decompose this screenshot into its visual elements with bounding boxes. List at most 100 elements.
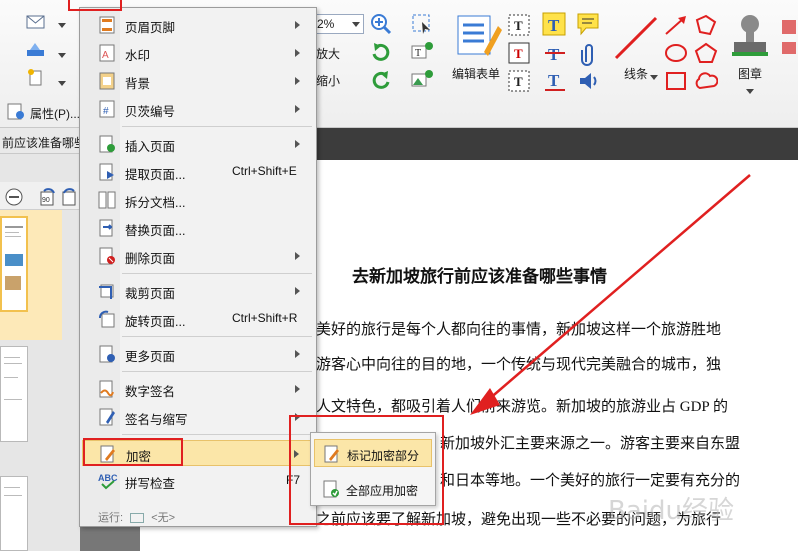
submenu-arrow-icon — [295, 49, 300, 57]
page-thumbnail[interactable] — [0, 346, 28, 442]
replace-page-icon — [98, 219, 116, 237]
rotate-left-icon[interactable]: 90 — [38, 187, 58, 210]
menu-item-label: 裁剪页面 — [125, 287, 176, 301]
svg-text:T: T — [514, 74, 523, 89]
submenu-arrow-icon — [295, 252, 300, 260]
menu-separator — [122, 371, 312, 372]
email-icon[interactable] — [26, 14, 45, 30]
form-editor-icon[interactable] — [456, 12, 502, 61]
more-pages-icon — [98, 345, 116, 363]
page-thumbnail[interactable] — [0, 216, 28, 312]
dropdown-arrow-icon[interactable] — [58, 76, 66, 92]
pentagon-shape-icon[interactable] — [694, 42, 718, 67]
menu-item-rotate-page[interactable]: 旋转页面... Ctrl+Shift+R — [82, 306, 314, 332]
speaker-icon[interactable] — [578, 70, 600, 95]
menu-item-shortcut: Ctrl+Shift+E — [232, 164, 297, 178]
text-field-icon[interactable]: T — [508, 42, 530, 67]
properties-button[interactable]: 属性(P)... — [30, 105, 80, 122]
dropdown-arrow-icon[interactable] — [58, 48, 66, 64]
dropdown-arrow-icon[interactable] — [746, 84, 754, 98]
submenu-arrow-icon — [295, 140, 300, 148]
menu-separator — [122, 336, 312, 337]
arrow-shape-icon[interactable] — [664, 14, 688, 39]
menu-item-label: 删除页面 — [125, 252, 176, 266]
ellipse-shape-icon[interactable] — [664, 42, 688, 67]
rectangle-shape-icon[interactable] — [664, 70, 688, 95]
underline-icon[interactable]: T — [544, 70, 566, 95]
zoom-out-button[interactable]: 缩小 — [316, 72, 340, 89]
text-field-icon[interactable]: T — [508, 14, 530, 39]
menu-item-split-document[interactable]: 拆分文档... — [82, 187, 314, 213]
menu-item-watermark[interactable]: A 水印 — [82, 40, 314, 66]
menu-item-label: 替换页面... — [125, 224, 186, 238]
menu-item-delete-page[interactable]: 删除页面 — [82, 243, 314, 269]
menu-separator — [122, 434, 312, 435]
extract-page-icon — [98, 163, 116, 181]
spell-check-icon: ABC — [98, 472, 118, 490]
zoom-select[interactable]: 2% — [312, 14, 364, 34]
edit-form-button[interactable]: 编辑表单 — [452, 65, 500, 82]
run-status: 运行: <无> — [98, 509, 175, 525]
dropdown-arrow-icon[interactable] — [58, 18, 66, 34]
menu-item-label: 更多页面 — [125, 350, 176, 364]
typewriter-icon[interactable]: T — [542, 12, 566, 39]
strikethrough-icon[interactable]: T — [544, 42, 566, 67]
menu-item-bates-number[interactable]: # 贝茨编号 — [82, 96, 314, 122]
submenu-arrow-icon — [295, 350, 300, 358]
menu-item-background[interactable]: 背景 — [82, 68, 314, 94]
watermark-icon: A — [98, 44, 116, 62]
annotation-box-encrypt — [83, 438, 183, 466]
bates-number-icon: # — [98, 100, 116, 118]
stamp-button[interactable]: 图章 — [738, 65, 762, 82]
menu-item-crop-page[interactable]: 裁剪页面 — [82, 278, 314, 304]
svg-text:T: T — [514, 46, 523, 61]
eraser-icon[interactable] — [780, 18, 798, 61]
menu-separator — [122, 126, 312, 127]
menu-item-header-footer[interactable]: 页眉页脚 — [82, 12, 314, 38]
document-line: 美好的旅行是每个人都向往的事情，新加坡这样一个旅游胜地 — [316, 322, 722, 338]
menu-item-label: 水印 — [125, 49, 151, 63]
rotate-icon[interactable] — [370, 42, 392, 65]
menu-item-replace-page[interactable]: 替换页面... — [82, 215, 314, 241]
menu-item-sign-initials[interactable]: 签名与缩写 — [82, 404, 314, 430]
page-thumbnail[interactable] — [0, 476, 28, 551]
menu-item-label: 旋转页面... — [125, 315, 186, 329]
menu-item-extract-page[interactable]: 提取页面... Ctrl+Shift+E — [82, 159, 314, 185]
dropdown-arrow-icon[interactable] — [650, 70, 658, 84]
cloud-shape-icon[interactable] — [694, 70, 719, 95]
polygon-shape-icon[interactable] — [694, 14, 718, 39]
menu-item-more-pages[interactable]: 更多页面 — [82, 341, 314, 367]
menu-separator — [122, 273, 312, 274]
menu-item-insert-page[interactable]: 插入页面 — [82, 131, 314, 157]
menu-item-spell-check[interactable]: ABC 拼写检查 F7 — [82, 468, 314, 494]
rotate-icon[interactable] — [370, 70, 392, 93]
text-field-icon[interactable]: T — [508, 70, 530, 95]
document-tab[interactable]: 前应该准备哪些 — [0, 128, 80, 154]
annotation-box-menu-top — [68, 0, 122, 11]
menu-item-label: 数字签名 — [125, 385, 176, 399]
note-icon[interactable] — [576, 12, 600, 39]
tray-icon[interactable] — [26, 42, 44, 58]
text-box-icon[interactable]: T — [410, 40, 434, 65]
image-icon[interactable] — [410, 68, 434, 93]
select-area-icon[interactable] — [410, 12, 434, 39]
svg-text:#: # — [103, 106, 109, 117]
menu-item-digital-signature[interactable]: 数字签名 — [82, 376, 314, 402]
menu-item-label: 插入页面 — [125, 140, 176, 154]
svg-text:T: T — [548, 45, 560, 64]
properties-icon[interactable] — [6, 102, 24, 120]
stamp-icon[interactable] — [730, 12, 770, 61]
lines-button[interactable]: 线条 — [624, 65, 648, 82]
line-tool-icon[interactable] — [612, 14, 660, 65]
watermark-logo: Baidu经验 — [608, 496, 734, 526]
paperclip-icon[interactable] — [580, 42, 598, 69]
menu-item-label: 贝茨编号 — [125, 105, 176, 119]
zoom-in-icon[interactable] — [370, 13, 392, 38]
new-doc-icon[interactable] — [26, 68, 44, 86]
submenu-arrow-icon — [295, 385, 300, 393]
zoom-in-button[interactable]: 放大 — [316, 45, 340, 62]
svg-text:A: A — [102, 50, 109, 61]
chevron-down-icon — [352, 22, 360, 27]
rotate-right-icon[interactable] — [60, 187, 80, 210]
zoom-out-icon[interactable] — [4, 187, 24, 210]
